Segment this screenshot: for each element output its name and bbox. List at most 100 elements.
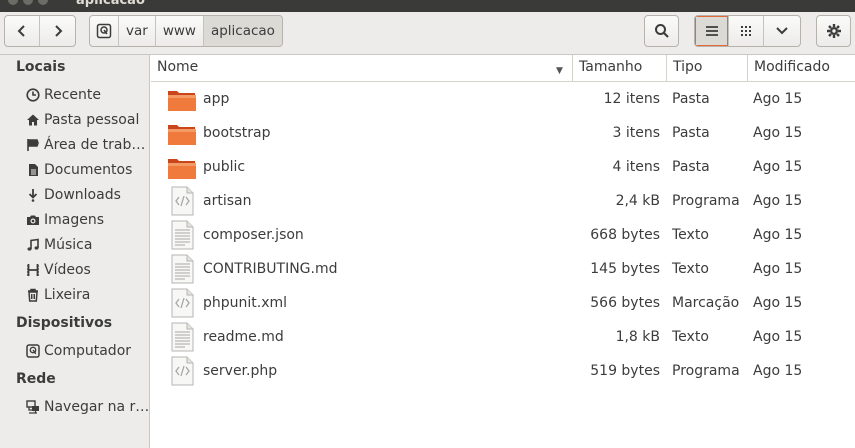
sidebar-item-pasta-pessoal[interactable]: Pasta pessoal xyxy=(25,109,139,131)
sidebar-section-locais: Locais xyxy=(16,59,66,75)
file-type: Pasta xyxy=(672,159,710,175)
sort-descending-icon: ▼ xyxy=(556,66,563,76)
sidebar-item-label: Computador xyxy=(44,343,132,359)
file-modified: Ago 15 xyxy=(753,227,803,243)
chevron-right-icon xyxy=(54,25,62,37)
file-row[interactable]: phpunit.xml 566 bytes Marcação Ago 15 xyxy=(151,286,855,320)
toolbar: var www aplicacao xyxy=(0,12,855,55)
file-modified: Ago 15 xyxy=(753,159,803,175)
breadcrumb-aplicacao[interactable]: aplicacao xyxy=(203,16,282,46)
breadcrumb: var www aplicacao xyxy=(89,15,283,47)
view-options-button[interactable] xyxy=(764,16,800,46)
file-size: 519 bytes xyxy=(590,363,660,379)
file-row[interactable]: bootstrap 3 itens Pasta Ago 15 xyxy=(151,116,855,150)
search-button[interactable] xyxy=(645,16,678,46)
file-modified: Ago 15 xyxy=(753,193,803,209)
file-row[interactable]: CONTRIBUTING.md 145 bytes Texto Ago 15 xyxy=(151,252,855,286)
file-name: artisan xyxy=(203,193,252,209)
sidebar-item-label: Música xyxy=(44,237,93,253)
breadcrumb-www[interactable]: www xyxy=(156,16,204,46)
file-name: app xyxy=(203,91,230,107)
column-tamanho[interactable]: Tamanho xyxy=(572,55,666,81)
sidebar-section-dispositivos: Dispositivos xyxy=(16,315,113,331)
sidebar-item-label: Navegar na r… xyxy=(44,399,150,415)
file-row[interactable]: composer.json 668 bytes Texto Ago 15 xyxy=(151,218,855,252)
close-window-button[interactable] xyxy=(8,0,18,5)
trash-icon xyxy=(27,288,38,302)
sidebar-section-rede: Rede xyxy=(16,371,56,387)
file-type: Programa xyxy=(672,363,740,379)
window-title: aplicacao xyxy=(76,0,145,8)
code-file-icon xyxy=(167,356,197,386)
home-icon xyxy=(26,114,39,126)
view-switcher xyxy=(694,15,801,47)
camera-icon xyxy=(26,215,39,225)
download-icon xyxy=(28,189,37,202)
file-type: Pasta xyxy=(672,125,710,141)
sidebar-item-label: Downloads xyxy=(44,187,121,203)
file-name: readme.md xyxy=(203,329,284,345)
file-name: public xyxy=(203,159,246,175)
settings-button[interactable] xyxy=(817,16,850,46)
file-row[interactable]: public 4 itens Pasta Ago 15 xyxy=(151,150,855,184)
settings-button-wrap xyxy=(816,15,851,47)
sidebar-item-label: Imagens xyxy=(44,212,105,228)
file-type: Texto xyxy=(672,261,709,277)
sidebar-item-label: Documentos xyxy=(44,162,133,178)
list-view-button[interactable] xyxy=(695,16,730,46)
file-name: CONTRIBUTING.md xyxy=(203,261,338,277)
file-size: 2,4 kB xyxy=(615,193,660,209)
file-modified: Ago 15 xyxy=(753,261,803,277)
file-modified: Ago 15 xyxy=(753,125,803,141)
sidebar-item-videos[interactable]: Vídeos xyxy=(25,259,91,281)
column-nome[interactable]: Nome ▼ xyxy=(151,55,572,81)
folder-icon xyxy=(167,152,197,182)
code-file-icon xyxy=(167,186,197,216)
file-size: 1,8 kB xyxy=(615,329,660,345)
text-file-icon xyxy=(167,254,197,284)
grid-view-button[interactable] xyxy=(729,16,764,46)
column-header: Nome ▼ Tamanho Tipo Modificado xyxy=(151,55,855,82)
chevron-left-icon xyxy=(17,25,25,37)
file-type: Marcação xyxy=(672,295,740,311)
file-row[interactable]: app 12 itens Pasta Ago 15 xyxy=(151,82,855,116)
file-type: Programa xyxy=(672,193,740,209)
file-list: Nome ▼ Tamanho Tipo Modificado app 12 ite… xyxy=(151,55,855,448)
minimize-window-button[interactable] xyxy=(23,0,33,5)
file-row[interactable]: server.php 519 bytes Programa Ago 15 xyxy=(151,354,855,388)
file-name: bootstrap xyxy=(203,125,271,141)
back-button[interactable] xyxy=(5,16,40,46)
file-modified: Ago 15 xyxy=(753,91,803,107)
music-icon xyxy=(27,238,39,251)
forward-button[interactable] xyxy=(40,16,75,46)
sidebar-item-recente[interactable]: Recente xyxy=(25,84,101,106)
breadcrumb-root[interactable] xyxy=(90,16,119,46)
sidebar-item-downloads[interactable]: Downloads xyxy=(25,184,121,206)
text-file-icon xyxy=(167,322,197,352)
file-type: Pasta xyxy=(672,91,710,107)
breadcrumb-var[interactable]: var xyxy=(119,16,156,46)
sidebar-item-documentos[interactable]: Documentos xyxy=(25,159,132,181)
column-modificado[interactable]: Modificado xyxy=(747,55,855,81)
file-row[interactable]: artisan 2,4 kB Programa Ago 15 xyxy=(151,184,855,218)
text-file-icon xyxy=(167,220,197,250)
column-tipo[interactable]: Tipo xyxy=(666,55,747,81)
drive-icon xyxy=(25,344,40,358)
sidebar-item-area-de-trabalho[interactable]: Área de trab… xyxy=(25,134,145,156)
sidebar-item-label: Recente xyxy=(44,87,101,103)
sidebar-item-label: Pasta pessoal xyxy=(44,112,140,128)
sidebar-item-imagens[interactable]: Imagens xyxy=(25,209,104,231)
file-type: Texto xyxy=(672,227,709,243)
grid-view-icon xyxy=(741,26,752,36)
maximize-window-button[interactable] xyxy=(38,0,48,5)
sidebar-item-lixeira[interactable]: Lixeira xyxy=(25,284,90,306)
window-titlebar: aplicacao xyxy=(0,0,855,12)
file-size: 668 bytes xyxy=(590,227,660,243)
sidebar-item-navegar-na-rede[interactable]: Navegar na r… xyxy=(25,396,149,418)
search-button-wrap xyxy=(644,15,679,47)
sidebar-item-musica[interactable]: Música xyxy=(25,234,92,256)
file-row[interactable]: readme.md 1,8 kB Texto Ago 15 xyxy=(151,320,855,354)
sidebar-item-computador[interactable]: Computador xyxy=(25,340,131,362)
document-icon xyxy=(28,164,38,176)
sidebar-item-label: Vídeos xyxy=(44,262,91,278)
